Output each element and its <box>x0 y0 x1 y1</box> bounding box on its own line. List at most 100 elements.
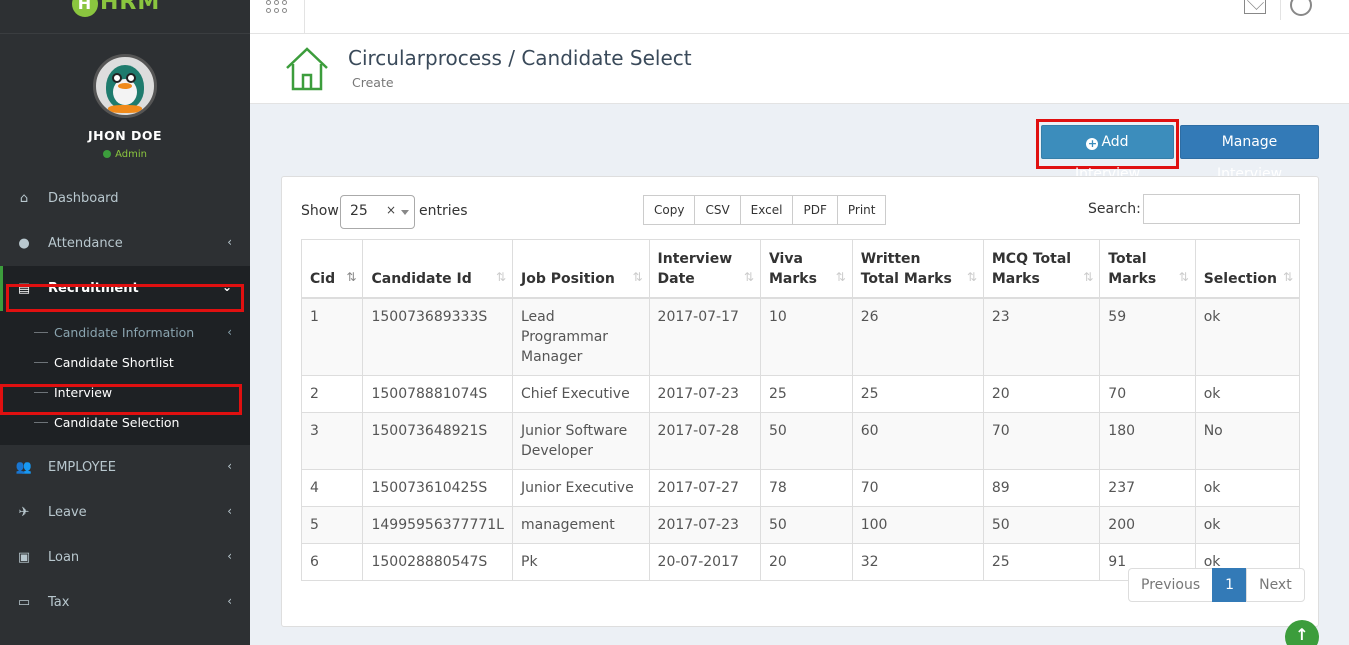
sidebar: H HRM JHON DOE Admin ⌂ Dashboard ● Attend… <box>0 0 250 645</box>
cell-interview-date: 2017-07-17 <box>648 297 761 376</box>
table-header-row: Cid ⇅ Candidate Id ⇅ Job Position ⇅ Intervi… <box>300 239 1301 299</box>
column-header-viva-marks[interactable]: Viva Marks ⇅ <box>759 239 853 299</box>
plus-circle-icon: + <box>1086 137 1099 150</box>
apps-grid-icon[interactable] <box>266 0 288 14</box>
table-row[interactable]: 5 14995956377771L management 2017-07-23 … <box>300 505 1301 544</box>
cell-written-total-marks: 32 <box>851 542 984 581</box>
chevron-left-icon: ‹ <box>227 235 232 249</box>
cell-total-marks: 70 <box>1099 374 1196 413</box>
next-page-button[interactable]: Next <box>1246 568 1305 602</box>
online-status-icon <box>103 150 112 158</box>
sidebar-item-dashboard[interactable]: ⌂ Dashboard <box>0 176 250 221</box>
sort-icon: ⇅ <box>1282 269 1293 284</box>
pdf-button[interactable]: PDF <box>792 195 838 225</box>
table-row[interactable]: 1 150073689333S Lead Programmar Manager … <box>300 297 1301 376</box>
add-interview-button[interactable]: + Add Interview <box>1041 125 1174 182</box>
divider <box>304 0 305 34</box>
sidebar-item-candidate-selection[interactable]: Candidate Selection <box>0 407 250 437</box>
cell-candidate-id: 150078881074S <box>362 374 513 413</box>
cell-viva-marks: 50 <box>759 505 853 544</box>
column-header-mcq-total-marks[interactable]: MCQ Total Marks ⇅ <box>982 239 1101 299</box>
csv-button[interactable]: CSV <box>694 195 741 225</box>
cell-interview-date: 2017-07-28 <box>648 411 761 470</box>
sidebar-item-recruitment[interactable]: ▤ Recruitment ⌄ <box>0 266 250 311</box>
sort-icon: ⇅ <box>743 269 754 284</box>
mail-icon[interactable] <box>1244 0 1266 14</box>
cell-mcq-total-marks: 50 <box>982 505 1101 544</box>
cell-job-position: Lead Programmar Manager <box>512 297 650 376</box>
cell-total-marks: 180 <box>1099 411 1196 470</box>
sort-icon: ⇅ <box>495 269 506 284</box>
chevron-left-icon: ‹ <box>227 594 232 608</box>
sidebar-item-interview[interactable]: Interview <box>0 377 250 407</box>
cell-total-marks: 237 <box>1099 468 1196 507</box>
sidebar-item-candidate-shortlist[interactable]: Candidate Shortlist <box>0 347 250 377</box>
previous-page-button[interactable]: Previous <box>1128 568 1214 602</box>
column-header-total-marks[interactable]: Total Marks ⇅ <box>1099 239 1196 299</box>
table-row[interactable]: 4 150073610425S Junior Executive 2017-07… <box>300 468 1301 507</box>
column-header-candidate-id[interactable]: Candidate Id ⇅ <box>362 239 513 299</box>
cell-mcq-total-marks: 25 <box>982 542 1101 581</box>
page-header: Circularprocess / Candidate Select Creat… <box>250 34 1349 104</box>
sidebar-item-candidate-information[interactable]: Candidate Information ‹ <box>0 317 250 347</box>
table-row[interactable]: 3 150073648921S Junior Software Develope… <box>300 411 1301 470</box>
gear-icon[interactable] <box>1290 0 1312 16</box>
cell-cid: 3 <box>300 411 364 470</box>
sidebar-item-employee[interactable]: 👥 EMPLOYEE ‹ <box>0 445 250 490</box>
cell-total-marks: 59 <box>1099 297 1196 376</box>
excel-button[interactable]: Excel <box>739 195 794 225</box>
sidebar-item-leave[interactable]: ✈ Leave ‹ <box>0 490 250 535</box>
cell-written-total-marks: 26 <box>851 297 984 376</box>
manage-interview-button[interactable]: Manage Interview <box>1180 125 1319 182</box>
arrow-up-icon: ↑ <box>1295 625 1309 644</box>
entries-select[interactable]: 25 × <box>340 195 415 229</box>
print-button[interactable]: Print <box>836 195 887 225</box>
interview-table: Cid ⇅ Candidate Id ⇅ Job Position ⇅ Intervi… <box>300 239 1301 581</box>
cell-mcq-total-marks: 23 <box>982 297 1101 376</box>
chevron-left-icon: ‹ <box>227 504 232 518</box>
caret-down-icon <box>401 210 409 215</box>
money-icon: ▣ <box>17 550 31 565</box>
cell-interview-date: 20-07-2017 <box>648 542 761 581</box>
page-subtitle: Create <box>352 75 394 90</box>
cell-candidate-id: 150073648921S <box>362 411 513 470</box>
cell-interview-date: 2017-07-27 <box>648 468 761 507</box>
sort-icon: ⇅ <box>1083 269 1094 284</box>
search-input[interactable] <box>1143 194 1300 224</box>
cell-cid: 6 <box>300 542 364 581</box>
app-logo[interactable]: H HRM <box>72 0 160 17</box>
clear-icon[interactable]: × <box>386 203 396 217</box>
cell-interview-date: 2017-07-23 <box>648 505 761 544</box>
column-header-written-total-marks[interactable]: Written Total Marks ⇅ <box>851 239 984 299</box>
cell-total-marks: 200 <box>1099 505 1196 544</box>
sidebar-item-attendance[interactable]: ● Attendance ‹ <box>0 221 250 266</box>
home-icon <box>286 47 328 91</box>
cell-viva-marks: 20 <box>759 542 853 581</box>
chevron-left-icon: ‹ <box>227 325 232 339</box>
sort-asc-icon: ⇅ <box>346 269 357 284</box>
page-1-button[interactable]: 1 <box>1212 568 1248 602</box>
table-row[interactable]: 2 150078881074S Chief Executive 2017-07-… <box>300 374 1301 413</box>
sort-icon: ⇅ <box>632 269 643 284</box>
search-label: Search: <box>1088 201 1141 217</box>
chevron-left-icon: ‹ <box>227 549 232 563</box>
copy-button[interactable]: Copy <box>643 195 696 225</box>
avatar[interactable] <box>93 54 157 118</box>
cell-cid: 2 <box>300 374 364 413</box>
column-header-cid[interactable]: Cid ⇅ <box>300 239 364 299</box>
cell-job-position: management <box>512 505 650 544</box>
sidebar-item-tax[interactable]: ▭ Tax ‹ <box>0 580 250 625</box>
column-header-interview-date[interactable]: Interview Date ⇅ <box>648 239 761 299</box>
sidebar-item-loan[interactable]: ▣ Loan ‹ <box>0 535 250 580</box>
cell-written-total-marks: 25 <box>851 374 984 413</box>
newspaper-icon: ▤ <box>17 281 31 296</box>
plane-icon: ✈ <box>18 505 30 520</box>
user-profile: JHON DOE Admin <box>0 34 250 176</box>
logo-bar: H HRM <box>0 0 250 34</box>
sort-icon: ⇅ <box>1178 269 1189 284</box>
cell-viva-marks: 10 <box>759 297 853 376</box>
column-header-job-position[interactable]: Job Position ⇅ <box>512 239 650 299</box>
users-icon: 👥 <box>15 460 33 475</box>
divider <box>1280 0 1281 20</box>
column-header-selection[interactable]: Selection ⇅ <box>1194 239 1301 299</box>
